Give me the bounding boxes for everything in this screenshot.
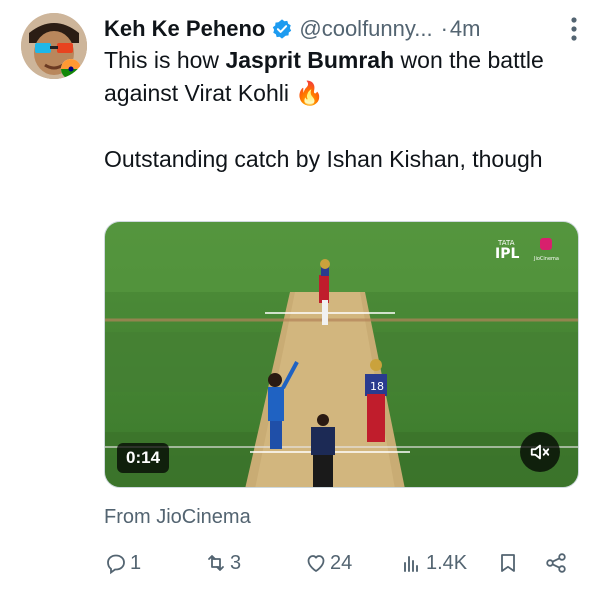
retweet-count: 3 bbox=[230, 551, 242, 574]
retweet-icon bbox=[208, 555, 224, 571]
tweet-actions: 1 3 24 1.4K bbox=[104, 546, 574, 580]
tweet-text-line1: This is how Jasprit Bumrah won the battl… bbox=[104, 47, 544, 106]
svg-text:JioCinema: JioCinema bbox=[533, 256, 559, 262]
reply-icon bbox=[107, 554, 125, 575]
reply-button[interactable]: 1 bbox=[104, 546, 141, 580]
bookmark-button[interactable] bbox=[496, 546, 520, 580]
separator: · bbox=[440, 16, 448, 41]
retweet-button[interactable]: 3 bbox=[204, 546, 241, 580]
avatar[interactable] bbox=[21, 13, 87, 79]
like-button[interactable]: 24 bbox=[304, 546, 352, 580]
fire-emoji: 🔥 bbox=[295, 80, 324, 106]
mention-bold: Jasprit Bumrah bbox=[225, 47, 395, 73]
heart-icon bbox=[307, 555, 325, 572]
share-button[interactable] bbox=[544, 546, 568, 580]
reply-count: 1 bbox=[130, 551, 142, 574]
video-duration: 0:14 bbox=[117, 443, 170, 473]
verified-badge-icon bbox=[273, 19, 292, 39]
tweet-text: This is how Jasprit Bumrah won the battl… bbox=[104, 44, 574, 176]
player-number: 18 bbox=[370, 380, 384, 393]
author-name[interactable]: Keh Ke Peheno bbox=[104, 16, 265, 42]
mute-button[interactable] bbox=[520, 432, 560, 472]
video-frame: 18 TATA IPL JioCinema bbox=[105, 222, 578, 487]
speaker-muted-icon bbox=[530, 444, 550, 460]
bookmark-icon bbox=[501, 554, 515, 572]
timestamp[interactable]: 4m bbox=[450, 16, 481, 42]
media-source[interactable]: From JioCinema bbox=[104, 506, 251, 529]
author-handle[interactable]: @coolfunny... bbox=[299, 16, 432, 42]
video-player[interactable]: 18 TATA IPL JioCinema 0:14 bbox=[104, 221, 579, 488]
tweet-text-line2: Outstanding catch by Ishan Kishan, thoug… bbox=[104, 146, 543, 172]
like-count: 24 bbox=[330, 551, 353, 574]
tweet-header: Keh Ke Peheno @coolfunny... · 4m bbox=[104, 14, 580, 44]
analytics-icon bbox=[404, 556, 418, 572]
more-options-icon[interactable] bbox=[566, 16, 582, 42]
views-button[interactable]: 1.4K bbox=[400, 546, 467, 580]
svg-text:IPL: IPL bbox=[495, 246, 519, 262]
share-icon bbox=[546, 553, 566, 573]
view-count: 1.4K bbox=[426, 551, 468, 574]
